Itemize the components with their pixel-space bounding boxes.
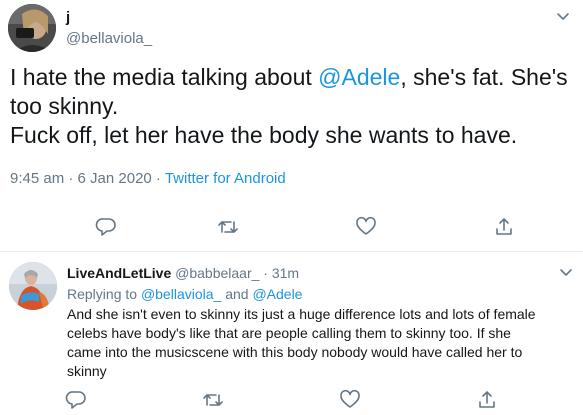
tweet-text-segment: , she's fat. She's (400, 64, 568, 90)
reply-line: celebs have body's like that are people … (67, 325, 511, 341)
chevron-down-icon[interactable] (554, 8, 572, 26)
author-avatar[interactable] (8, 4, 56, 52)
mention-link[interactable]: @Adele (252, 286, 302, 302)
tweet-line: Fuck off, let her have the body she want… (10, 121, 575, 150)
chevron-down-icon[interactable] (557, 264, 575, 282)
tweet-client-link[interactable]: Twitter for Android (165, 170, 286, 187)
tweet-meta: 9:45 am · 6 Jan 2020 · Twitter for Andro… (10, 170, 286, 188)
replying-to: Replying to @bellaviola_ and @Adele (67, 285, 302, 303)
main-tweet: j @bellaviola_ I hate the media talking … (0, 0, 583, 252)
reply-author-handle[interactable]: @babbelaar_ · 31m (175, 265, 299, 281)
reply-icon[interactable] (95, 216, 117, 238)
reply-header: LiveAndLetLive @babbelaar_ · 31m (67, 264, 299, 282)
retweet-icon[interactable] (217, 216, 239, 238)
like-icon[interactable] (339, 389, 361, 411)
reply-line: And she isn't even to skinny its just a … (67, 306, 536, 322)
like-icon[interactable] (355, 216, 377, 238)
reply-author-name[interactable]: LiveAndLetLive (67, 265, 171, 281)
author-handle[interactable]: @bellaviola_ (66, 30, 152, 48)
mention-link[interactable]: @Adele (318, 64, 400, 90)
reply-text: And she isn't even to skinny its just a … (67, 305, 577, 381)
tweet-timestamp[interactable]: 9:45 am · 6 Jan 2020 · (10, 170, 165, 187)
share-icon[interactable] (493, 216, 515, 238)
tweet-text-segment: I hate the media talking about (10, 64, 319, 90)
reply-avatar[interactable] (9, 262, 57, 310)
tweet-line: I hate the media talking about @Adele, s… (10, 63, 575, 92)
reply-icon[interactable] (65, 389, 87, 411)
reply-line: skinny (67, 363, 107, 379)
tweet-text-segment: too skinny. (10, 93, 119, 119)
tweet-line: too skinny. (10, 92, 575, 121)
replying-prefix: Replying to (67, 286, 141, 302)
mention-link[interactable]: @bellaviola_ (141, 286, 221, 302)
share-icon[interactable] (476, 389, 498, 411)
retweet-icon[interactable] (202, 389, 224, 411)
author-name[interactable]: j (66, 9, 70, 27)
tweet-text-segment: Fuck off, let her have the body she want… (10, 122, 518, 148)
replying-and: and (221, 286, 253, 302)
tweet-text: I hate the media talking about @Adele, s… (10, 63, 575, 150)
reply-line: came into the musicscene with this body … (67, 344, 523, 360)
